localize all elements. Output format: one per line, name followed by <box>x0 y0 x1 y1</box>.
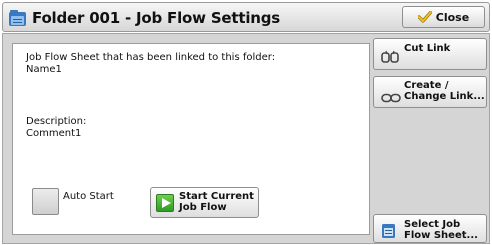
chain-link-icon <box>381 88 401 107</box>
auto-start-checkbox[interactable] <box>32 188 59 215</box>
flow-sheet-icon <box>381 223 397 243</box>
cut-link-button[interactable]: Cut Link <box>373 38 487 70</box>
play-icon <box>156 194 174 212</box>
description-label: Description: <box>26 116 87 127</box>
start-current-job-flow-label: Start Current Job Flow <box>179 191 254 213</box>
page-title: Folder 001 - Job Flow Settings <box>32 9 281 27</box>
auto-start-label: Auto Start <box>63 191 114 202</box>
close-button-label: Close <box>435 10 470 24</box>
start-current-job-flow-button[interactable]: Start Current Job Flow <box>150 187 259 218</box>
linked-sheet-name: Name1 <box>26 64 62 75</box>
select-job-flow-sheet-label: Select Job Flow Sheet... <box>404 219 478 241</box>
create-change-link-label: Create / Change Link... <box>404 80 485 102</box>
job-flow-info-panel: Job Flow Sheet that has been linked to t… <box>12 43 370 235</box>
close-button[interactable]: Close <box>402 6 485 28</box>
description-value: Comment1 <box>26 128 82 139</box>
select-job-flow-sheet-button[interactable]: Select Job Flow Sheet... <box>373 214 487 243</box>
title-bar: Folder 001 - Job Flow Settings Close <box>2 2 490 32</box>
folder-icon <box>9 9 26 27</box>
linked-sheet-label: Job Flow Sheet that has been linked to t… <box>26 52 276 63</box>
create-change-link-button[interactable]: Create / Change Link... <box>373 76 487 108</box>
checkmark-icon <box>417 11 432 23</box>
broken-link-icon <box>381 49 399 68</box>
cut-link-label: Cut Link <box>404 43 451 54</box>
title-group: Folder 001 - Job Flow Settings <box>9 8 280 28</box>
